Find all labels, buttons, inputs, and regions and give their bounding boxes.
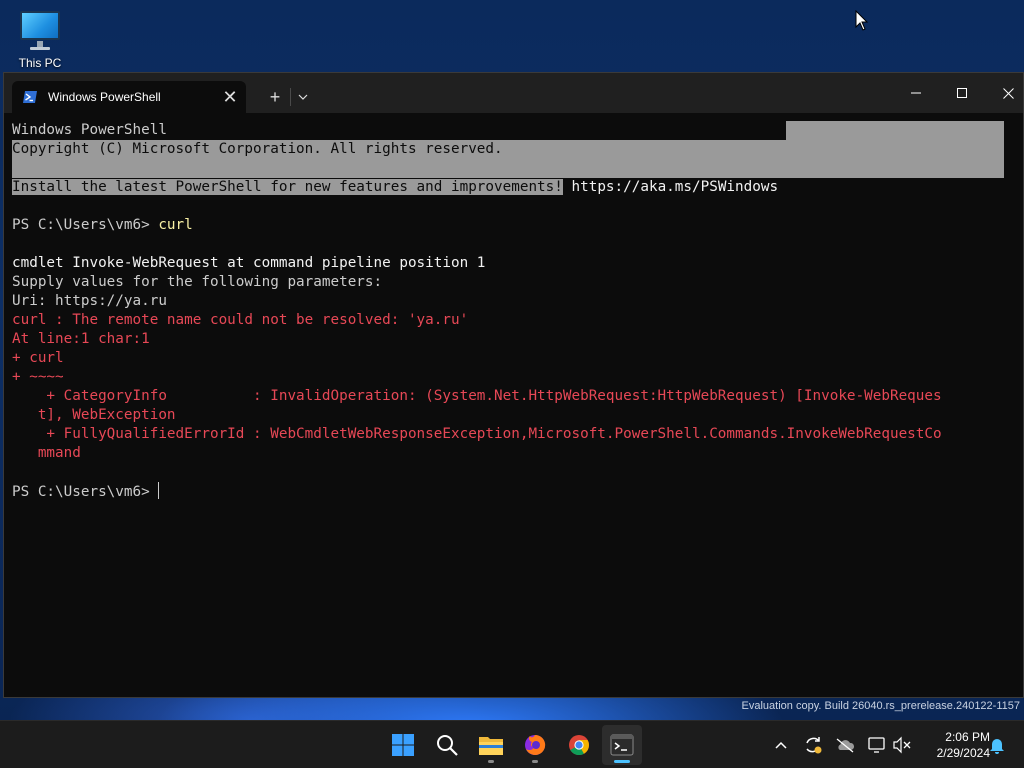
console-line: PS C:\Users\vm6> xyxy=(12,482,1016,501)
console-line-text: t], WebException xyxy=(12,407,176,423)
console-line: + ~~~~ xyxy=(12,368,1016,387)
search-icon xyxy=(437,735,458,756)
sync-icon xyxy=(806,737,822,754)
console-line-text: PS C:\Users\vm6> xyxy=(12,217,159,233)
console-line-text: Install the latest PowerShell for new fe… xyxy=(12,179,563,195)
chrome-icon xyxy=(569,735,590,756)
console-line: curl : The remote name could not be reso… xyxy=(12,311,1016,330)
volume-tray-button[interactable] xyxy=(890,733,914,757)
console-line-text: Windows PowerShell xyxy=(12,122,167,138)
network-icon xyxy=(868,737,885,753)
tab-windows-powershell[interactable]: Windows PowerShell ✕ xyxy=(12,81,246,113)
clock[interactable]: 2:06 PM 2/29/2024 xyxy=(920,729,990,761)
console-link-text[interactable]: https://aka.ms/PSWindows xyxy=(563,179,778,195)
firefox-icon xyxy=(525,734,546,755)
console-line-text: + CategoryInfo : InvalidOperation: (Syst… xyxy=(12,388,942,404)
console-output[interactable]: Windows PowerShell Copyright (C) Microsof… xyxy=(12,121,1016,691)
terminal-icon xyxy=(610,734,634,756)
console-line-text: PS C:\Users\vm6> xyxy=(12,484,159,500)
console-line: mmand xyxy=(12,444,1016,463)
console-command-text: curl xyxy=(158,217,193,233)
close-icon xyxy=(1002,87,1014,99)
taskbar: 2:06 PM 2/29/2024 xyxy=(0,720,1024,768)
text-cursor xyxy=(158,482,160,499)
console-line-text: Copyright (C) Microsoft Corporation. All… xyxy=(12,141,503,157)
close-window-button[interactable] xyxy=(985,73,1024,113)
console-line-text: Supply values for the following paramete… xyxy=(12,274,383,290)
tab-dropdown-button[interactable] xyxy=(292,86,314,108)
console-line: + FullyQualifiedErrorId : WebCmdletWebRe… xyxy=(12,425,1016,444)
console-line-text: + ~~~~ xyxy=(12,369,64,385)
clock-date: 2/29/2024 xyxy=(936,746,990,760)
console-line-text: mmand xyxy=(12,445,81,461)
firefox-button[interactable] xyxy=(515,725,555,765)
file-explorer-button[interactable] xyxy=(471,725,511,765)
search-button[interactable] xyxy=(427,725,467,765)
evaluation-watermark: Evaluation copy. Build 26040.rs_prerelea… xyxy=(741,700,1020,712)
new-tab-button[interactable]: + xyxy=(262,86,288,108)
clock-time: 2:06 PM xyxy=(945,730,990,744)
active-indicator xyxy=(614,760,630,763)
volume-muted-icon xyxy=(893,736,911,754)
network-tray-button[interactable] xyxy=(865,733,889,757)
desktop-icon-label: This PC xyxy=(18,56,62,70)
close-tab-button[interactable]: ✕ xyxy=(218,85,242,109)
this-pc-icon xyxy=(18,8,62,52)
cloud-off-icon xyxy=(836,738,855,753)
console-line: + CategoryInfo : InvalidOperation: (Syst… xyxy=(12,387,1016,406)
maximize-icon xyxy=(957,88,967,98)
minimize-button[interactable] xyxy=(893,73,939,113)
console-line: At line:1 char:1 xyxy=(12,330,1016,349)
console-line: Install the latest PowerShell for new fe… xyxy=(12,178,1016,197)
chevron-up-icon xyxy=(775,741,787,749)
bell-icon xyxy=(990,739,1004,754)
console-line-text: Uri: https://ya.ru xyxy=(12,293,167,309)
minimize-icon xyxy=(911,92,921,94)
start-button[interactable] xyxy=(383,725,423,765)
running-indicator xyxy=(532,760,538,763)
show-hidden-icons-button[interactable] xyxy=(769,733,793,757)
console-line: cmdlet Invoke-WebRequest at command pipe… xyxy=(12,254,1016,273)
tab-title: Windows PowerShell xyxy=(48,90,161,104)
console-line-text: At line:1 char:1 xyxy=(12,331,150,347)
mouse-cursor-icon xyxy=(855,10,869,31)
running-indicator xyxy=(488,760,494,763)
terminal-button[interactable] xyxy=(602,725,642,765)
notifications-button[interactable] xyxy=(985,733,1009,757)
console-line: + curl xyxy=(12,349,1016,368)
maximize-button[interactable] xyxy=(939,73,985,113)
powershell-icon xyxy=(23,91,37,103)
console-line: Copyright (C) Microsoft Corporation. All… xyxy=(12,140,1016,159)
console-line: Uri: https://ya.ru xyxy=(12,292,1016,311)
folder-icon xyxy=(479,737,503,755)
console-line: PS C:\Users\vm6> curl xyxy=(12,216,1016,235)
console-line: Supply values for the following paramete… xyxy=(12,273,1016,292)
console-line: Windows PowerShell xyxy=(12,121,1016,140)
desktop-icon-this-pc[interactable]: This PC xyxy=(12,8,68,74)
console-line: t], WebException xyxy=(12,406,1016,425)
chrome-button[interactable] xyxy=(559,725,599,765)
windows-start-icon xyxy=(392,734,414,756)
onedrive-tray-button[interactable] xyxy=(833,733,857,757)
tab-separator xyxy=(290,88,291,106)
terminal-window: Windows PowerShell ✕ + Windows PowerShel… xyxy=(3,72,1024,698)
console-line-text: + curl xyxy=(12,350,64,366)
console-line-text: + FullyQualifiedErrorId : WebCmdletWebRe… xyxy=(12,426,942,442)
console-line-text: cmdlet Invoke-WebRequest at command pipe… xyxy=(12,255,486,271)
title-bar[interactable]: Windows PowerShell ✕ + xyxy=(4,73,1023,113)
sync-tray-button[interactable] xyxy=(801,733,825,757)
chevron-down-icon xyxy=(298,94,308,100)
console-line-text: curl : The remote name could not be reso… xyxy=(12,312,469,328)
